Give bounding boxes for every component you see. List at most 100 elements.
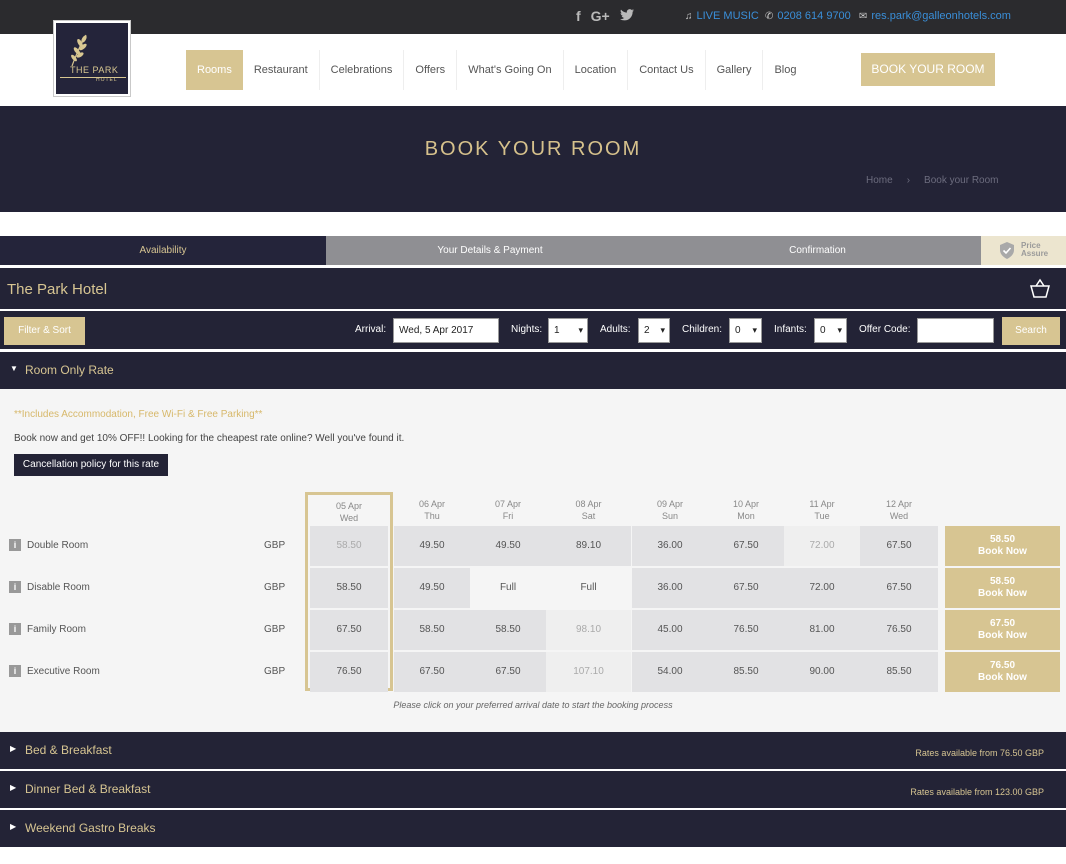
price-cell[interactable]: 107.10 <box>546 652 631 692</box>
day-label: Thu <box>424 511 440 521</box>
live-music-link[interactable]: ♫ LIVE MUSIC <box>685 10 759 22</box>
adults-select[interactable]: 2 <box>638 318 670 343</box>
nav-item-offers[interactable]: Offers <box>404 50 458 90</box>
social-links: f G+ <box>576 8 634 24</box>
price-cell[interactable]: 89.10 <box>546 526 631 566</box>
section-title: Room Only Rate <box>25 363 114 377</box>
logo-title: THE PARK <box>70 65 119 75</box>
date-column-header: 08 Apr Sat <box>550 498 628 522</box>
price-cell[interactable]: 49.50 <box>394 568 470 608</box>
price-cell[interactable]: 58.50 <box>310 568 388 608</box>
children-select[interactable]: 0 <box>729 318 762 343</box>
caret-right-icon: ▶ <box>10 783 17 792</box>
info-icon[interactable]: i <box>9 665 21 677</box>
book-now-label: Book Now <box>978 546 1027 557</box>
hotel-logo[interactable]: THE PARK HOTEL <box>53 20 131 97</box>
price-cell[interactable]: 76.50 <box>708 610 784 650</box>
price-cell[interactable]: 67.50 <box>708 526 784 566</box>
book-now-button[interactable]: 58.50 Book Now <box>945 568 1060 608</box>
google-plus-icon[interactable]: G+ <box>591 8 610 24</box>
price-cell[interactable]: 58.50 <box>470 610 546 650</box>
price-cell[interactable]: 67.50 <box>310 610 388 650</box>
step-details-payment: Your Details & Payment <box>326 236 654 265</box>
price-cell[interactable]: 58.50 <box>394 610 470 650</box>
date-column-header: 11 Apr Tue <box>783 498 861 522</box>
info-icon[interactable]: i <box>9 581 21 593</box>
price-cell[interactable]: 72.00 <box>784 568 860 608</box>
nav-item-whats-going-on[interactable]: What's Going On <box>457 50 564 90</box>
info-icon[interactable]: i <box>9 623 21 635</box>
section-room-only-rate[interactable]: ▼ Room Only Rate <box>0 352 1066 389</box>
price-cell[interactable]: 45.00 <box>632 610 708 650</box>
date-label: 05 Apr <box>335 501 363 511</box>
price-cell[interactable]: 49.50 <box>394 526 470 566</box>
nav-item-contact-us[interactable]: Contact Us <box>628 50 706 90</box>
facebook-icon[interactable]: f <box>576 8 581 24</box>
nav-item-gallery[interactable]: Gallery <box>706 50 764 90</box>
info-icon[interactable]: i <box>9 539 21 551</box>
price-cell[interactable]: 85.50 <box>860 652 938 692</box>
breadcrumb-home[interactable]: Home <box>866 175 893 186</box>
price-cell[interactable]: 67.50 <box>394 652 470 692</box>
email-link[interactable]: ✉ res.park@galleonhotels.com <box>859 10 1011 22</box>
room-name: Executive Room <box>27 666 100 677</box>
book-now-button[interactable]: 67.50 Book Now <box>945 610 1060 650</box>
twitter-icon[interactable] <box>619 8 634 24</box>
date-column-header: 06 Apr Thu <box>393 498 471 522</box>
price-cell[interactable]: 58.50 <box>310 526 388 566</box>
price-cell[interactable]: 90.00 <box>784 652 860 692</box>
nights-select[interactable]: 1 <box>548 318 588 343</box>
day-label: Sun <box>661 511 678 521</box>
search-button[interactable]: Search <box>1002 317 1060 345</box>
price-cell[interactable]: 76.50 <box>310 652 388 692</box>
basket-icon[interactable] <box>1029 278 1051 298</box>
price-cell[interactable]: 67.50 <box>860 526 938 566</box>
price-cell[interactable]: 49.50 <box>470 526 546 566</box>
section-dinner-bed-breakfast[interactable]: ▶ Dinner Bed & Breakfast Rates available… <box>0 771 1066 808</box>
price-cell[interactable]: 85.50 <box>708 652 784 692</box>
price-cell[interactable]: 36.00 <box>632 526 708 566</box>
step-confirmation: Confirmation <box>654 236 981 265</box>
date-label: 06 Apr <box>418 499 446 509</box>
price-cell[interactable]: 67.50 <box>708 568 784 608</box>
price-cell[interactable]: 67.50 <box>860 568 938 608</box>
nav-item-celebrations[interactable]: Celebrations <box>320 50 405 90</box>
price-cell[interactable]: 54.00 <box>632 652 708 692</box>
filter-sort-button[interactable]: Filter & Sort <box>4 317 85 345</box>
caret-right-icon: ▶ <box>10 744 17 753</box>
arrival-date-input[interactable]: Wed, 5 Apr 2017 <box>393 318 499 343</box>
date-column-header: 07 Apr Fri <box>469 498 547 522</box>
top-bar: f G+ ♫ LIVE MUSIC ✆ 0208 614 9700 ✉ res.par… <box>0 0 1066 34</box>
nav-item-blog[interactable]: Blog <box>763 50 807 90</box>
cancellation-policy-button[interactable]: Cancellation policy for this rate <box>14 454 168 476</box>
section-bed-breakfast[interactable]: ▶ Bed & Breakfast Rates available from 7… <box>0 732 1066 769</box>
price-cell[interactable]: 67.50 <box>470 652 546 692</box>
price-cell[interactable]: 98.10 <box>546 610 631 650</box>
price-cell[interactable]: 72.00 <box>784 526 860 566</box>
infants-select[interactable]: 0 <box>814 318 847 343</box>
shield-check-icon <box>1000 242 1014 259</box>
offer-code-input[interactable] <box>917 318 994 343</box>
price-cell[interactable]: 36.00 <box>632 568 708 608</box>
nav-item-restaurant[interactable]: Restaurant <box>243 50 320 90</box>
music-icon: ♫ <box>685 11 693 22</box>
date-label: 12 Apr <box>885 499 913 509</box>
price-cell[interactable]: 76.50 <box>860 610 938 650</box>
olive-branch-icon <box>71 34 87 67</box>
live-music-label: LIVE MUSIC <box>696 10 759 22</box>
price-cell[interactable]: 81.00 <box>784 610 860 650</box>
nav-item-location[interactable]: Location <box>564 50 629 90</box>
nights-label: Nights: <box>511 324 543 335</box>
section-weekend-gastro-breaks[interactable]: ▶ Weekend Gastro Breaks <box>0 810 1066 847</box>
infants-label: Infants: <box>774 324 807 335</box>
section-title: Dinner Bed & Breakfast <box>25 782 151 796</box>
date-column-header: 09 Apr Sun <box>631 498 709 522</box>
nav-item-rooms[interactable]: Rooms <box>186 50 243 90</box>
room-currency: GBP <box>264 582 286 593</box>
book-now-button[interactable]: 58.50 Book Now <box>945 526 1060 566</box>
caret-right-icon: ▶ <box>10 822 17 831</box>
price-cell: Full <box>499 582 517 593</box>
phone-link[interactable]: ✆ 0208 614 9700 <box>765 10 851 22</box>
book-now-button[interactable]: 76.50 Book Now <box>945 652 1060 692</box>
book-your-room-button[interactable]: BOOK YOUR ROOM <box>861 53 995 86</box>
